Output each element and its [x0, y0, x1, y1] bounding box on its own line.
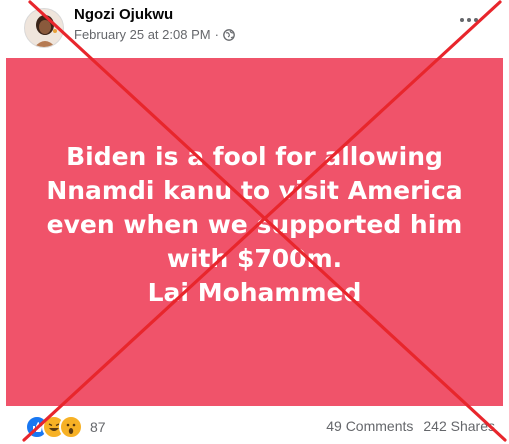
post-image-text: Biden is a fool for allowing Nnamdi kanu…	[6, 140, 503, 310]
post-text-line: even when we supported him	[46, 210, 463, 239]
globe-icon	[223, 28, 235, 41]
author-avatar[interactable]	[24, 8, 64, 48]
more-options-icon[interactable]	[460, 16, 482, 24]
avatar-photo	[25, 9, 63, 47]
facebook-post-card: Ngozi Ojukwu February 25 at 2:08 PM · Bi…	[0, 0, 509, 444]
post-text-line: Lai Mohammed	[147, 278, 362, 307]
post-text-line: Nnamdi kanu to visit America	[46, 176, 463, 205]
shares-count-link[interactable]: 242 Shares	[423, 418, 495, 434]
post-meta: February 25 at 2:08 PM ·	[74, 27, 235, 42]
meta-separator: ·	[214, 27, 219, 42]
reactions-summary[interactable]: 87	[25, 415, 106, 439]
reaction-count: 87	[90, 419, 106, 435]
comments-count-link[interactable]: 49 Comments	[326, 418, 413, 434]
post-text-line: with $700m.	[166, 244, 343, 273]
post-timestamp[interactable]: February 25 at 2:08 PM	[74, 27, 211, 42]
author-name[interactable]: Ngozi Ojukwu	[74, 6, 173, 23]
post-text-line: Biden is a fool for allowing	[66, 142, 443, 171]
engagement-stats: 49 Comments 242 Shares	[326, 418, 495, 434]
wow-reaction-icon	[59, 415, 83, 439]
